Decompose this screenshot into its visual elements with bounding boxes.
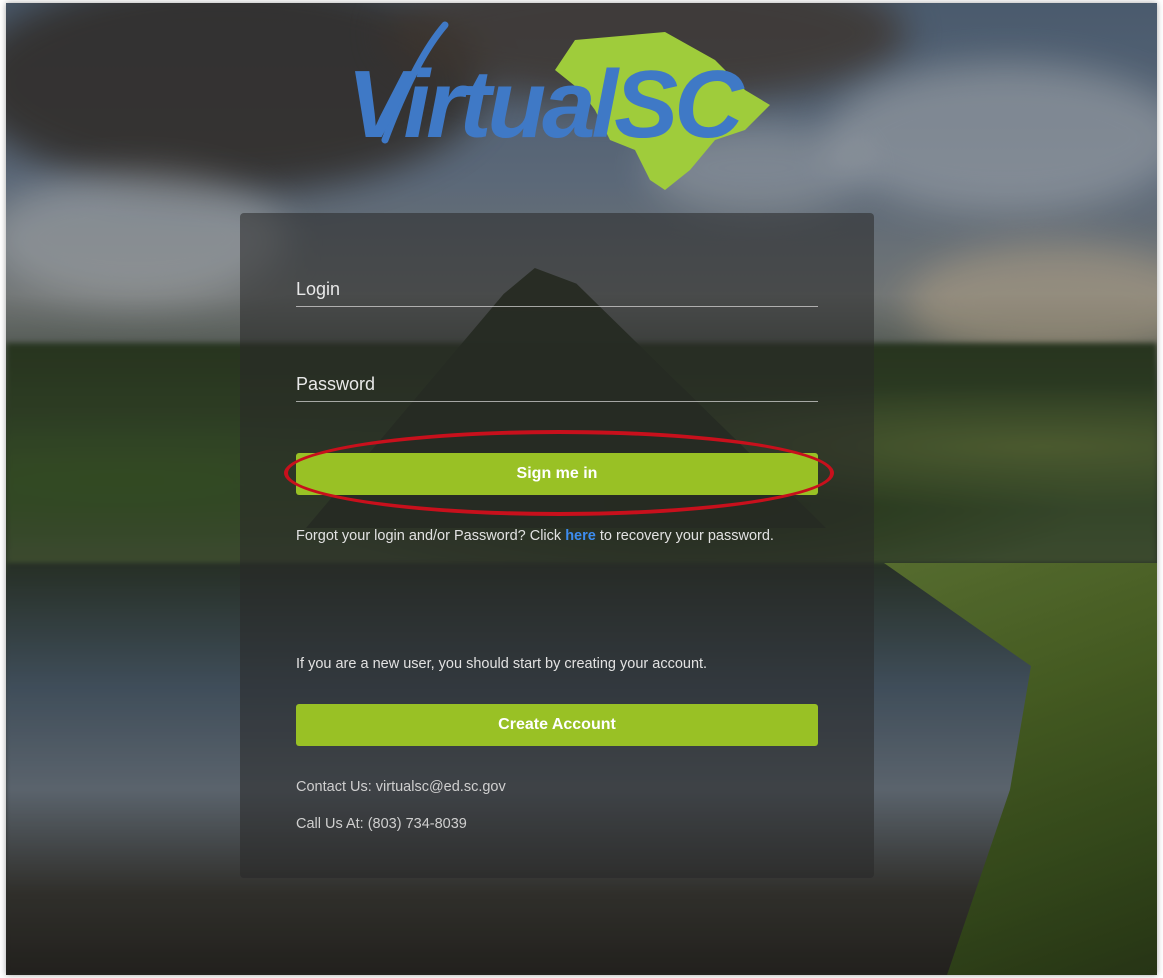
forgot-suffix: to recovery your password.: [595, 528, 774, 544]
forgot-prefix: Forgot your login and/or Password? Click: [296, 528, 566, 544]
new-user-text: If you are a new user, you should start …: [296, 656, 708, 672]
login-panel: Sign me in Forgot your login and/or Pass…: [240, 213, 874, 878]
login-field-container: [296, 266, 818, 307]
forgot-password-text: Forgot your login and/or Password? Click…: [296, 526, 818, 546]
recover-password-link[interactable]: here: [565, 528, 596, 544]
password-field-container: [296, 361, 818, 402]
contact-phone: Call Us At: (803) 734-8039: [296, 816, 467, 832]
password-input[interactable]: [296, 374, 818, 395]
contact-email: Contact Us: virtualsc@ed.sc.gov: [296, 779, 506, 795]
logo-text: VirtualSC: [347, 51, 744, 158]
create-account-button[interactable]: Create Account: [296, 704, 818, 746]
sign-in-button[interactable]: Sign me in: [296, 453, 818, 495]
login-input[interactable]: [296, 279, 818, 300]
virtualsc-logo: VirtualSC: [345, 20, 775, 195]
